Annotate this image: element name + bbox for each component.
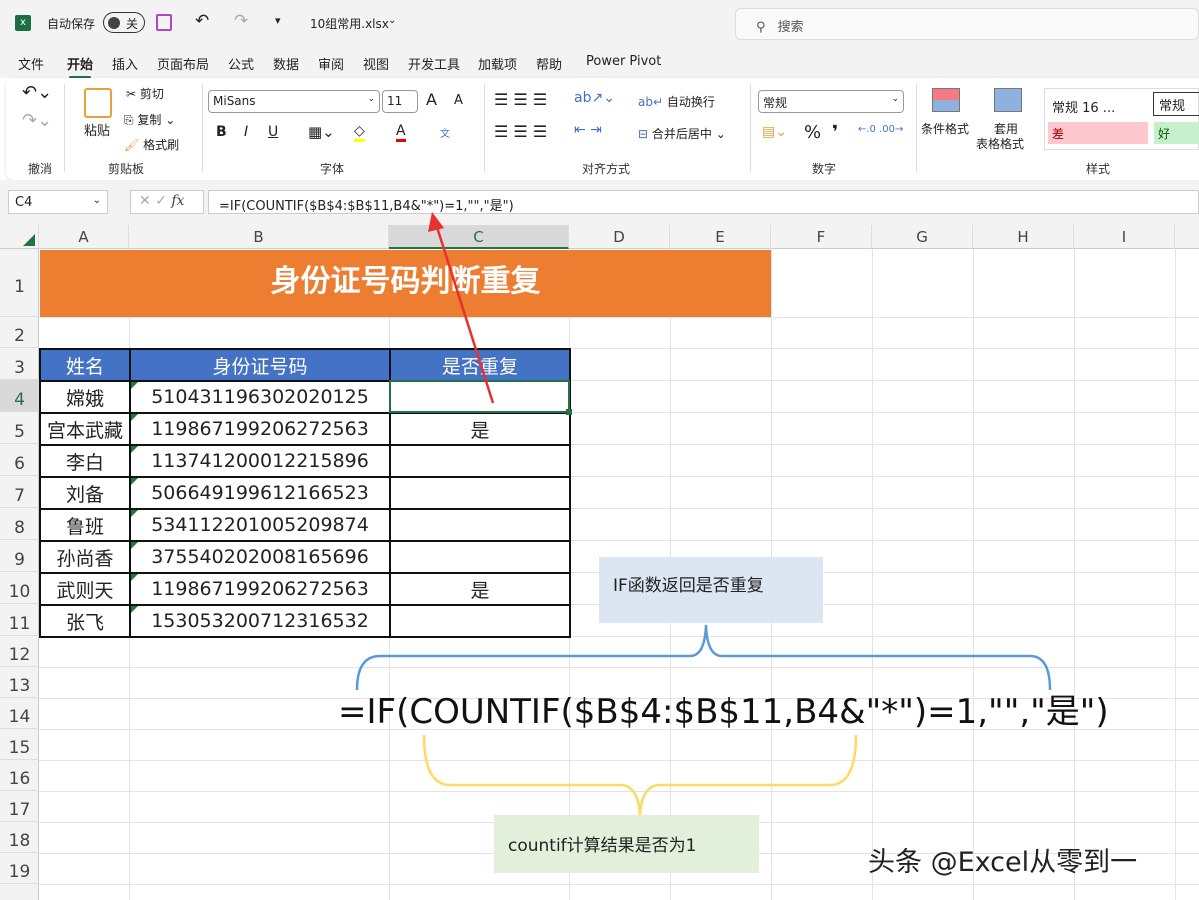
yellow-brace bbox=[424, 735, 856, 815]
annotation-overlay bbox=[0, 0, 1199, 900]
red-arrowhead bbox=[428, 212, 444, 232]
red-arrow bbox=[436, 224, 493, 403]
blue-brace bbox=[357, 625, 1050, 690]
